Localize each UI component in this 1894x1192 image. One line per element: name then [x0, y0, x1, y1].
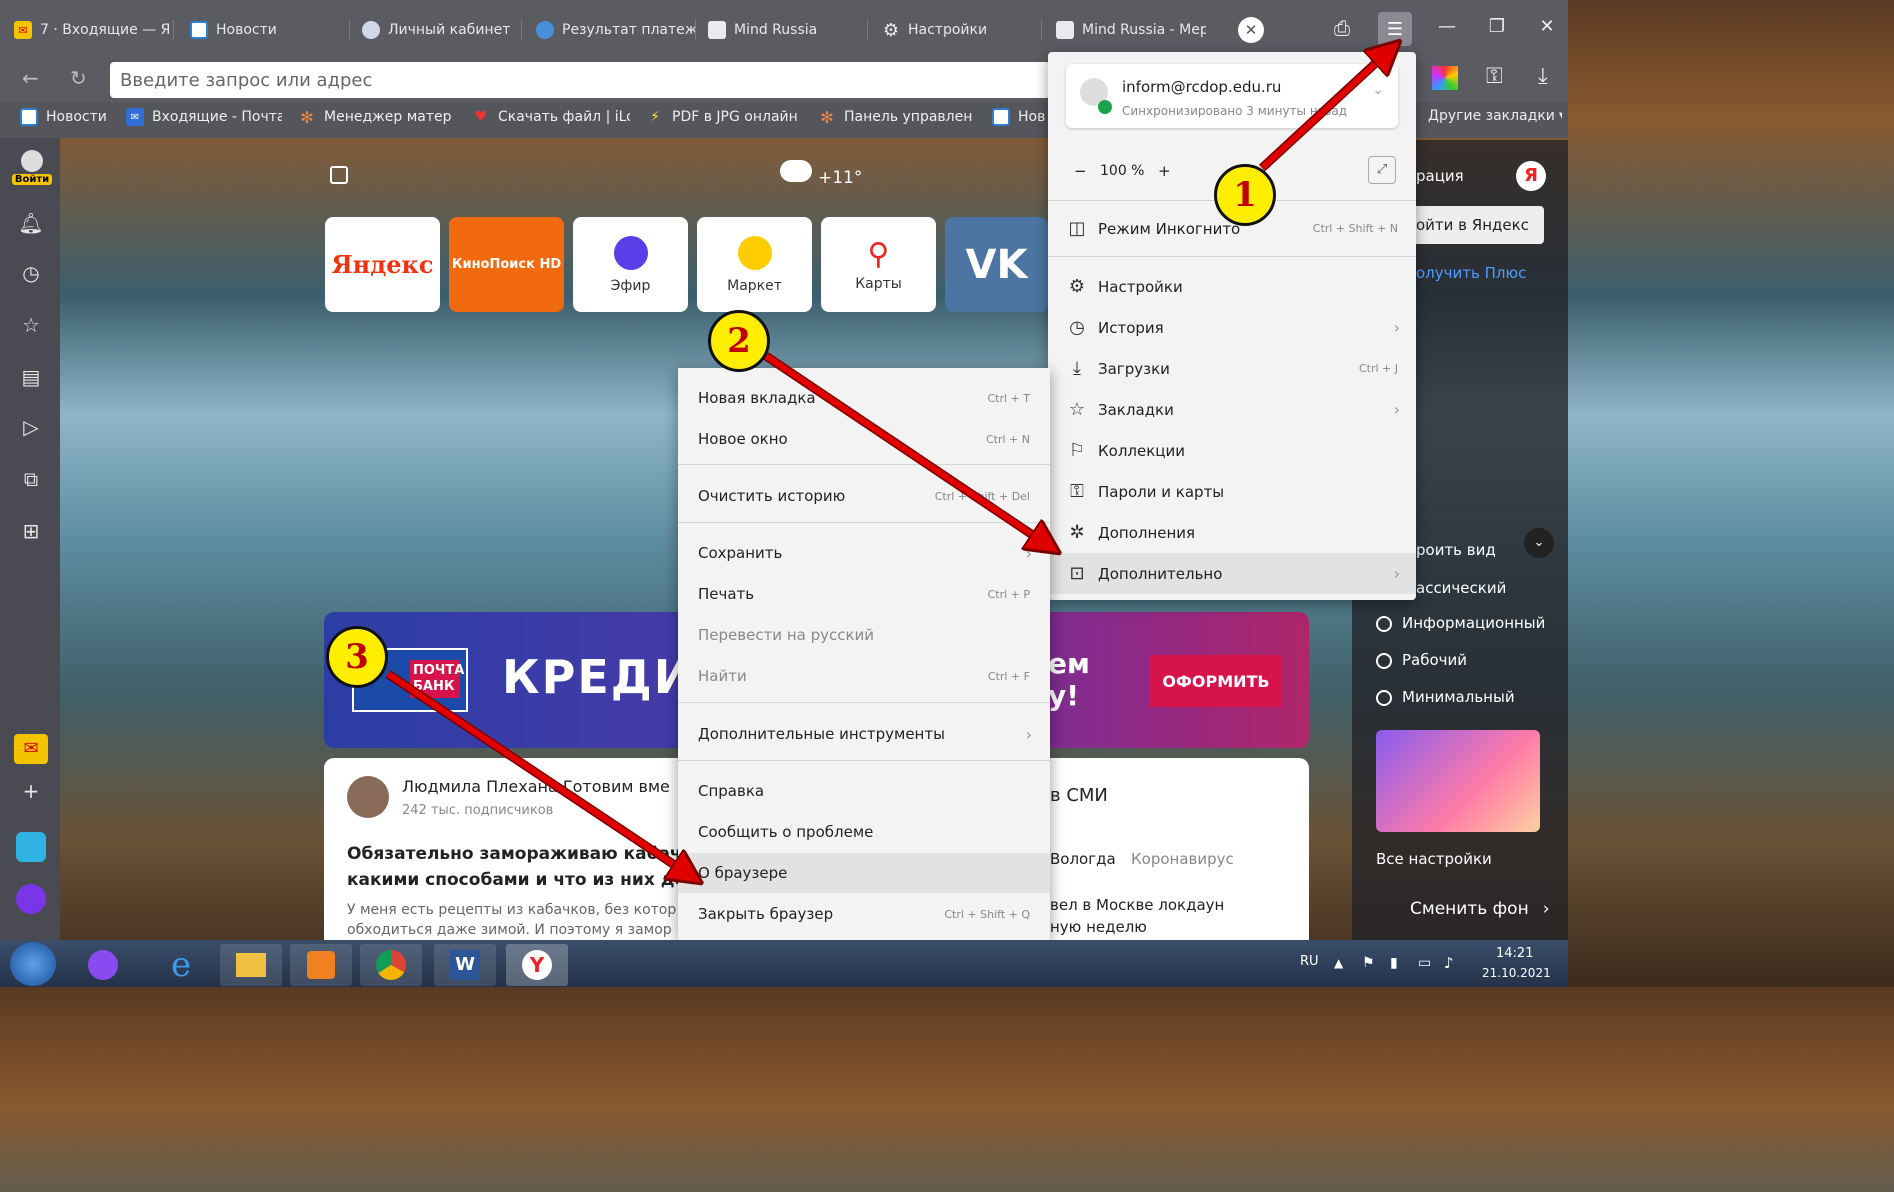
- network-icon[interactable]: ▭: [1418, 955, 1431, 971]
- annotation-arrows: [385, 0, 1568, 987]
- tray-expand-icon[interactable]: ▲: [1334, 956, 1343, 970]
- chrome-taskbar-icon[interactable]: [360, 944, 422, 986]
- arrow-3-fill: [386, 671, 688, 874]
- arrow-2-fill: [764, 353, 1046, 544]
- callout-1: 1: [1214, 164, 1276, 226]
- ie-taskbar-icon[interactable]: e: [150, 944, 212, 986]
- clock-time[interactable]: 14:21: [1496, 946, 1533, 961]
- explorer-taskbar-icon[interactable]: [220, 944, 282, 986]
- language-indicator[interactable]: RU: [1300, 954, 1319, 969]
- start-button[interactable]: [10, 942, 56, 986]
- volume-icon[interactable]: ♪: [1444, 954, 1454, 972]
- battery-icon[interactable]: ▮: [1390, 955, 1398, 971]
- callout-3: 3: [326, 626, 388, 688]
- flag-icon[interactable]: ⚑: [1362, 955, 1375, 971]
- yandex-browser-taskbar-icon[interactable]: Y: [506, 944, 568, 986]
- word-taskbar-icon[interactable]: W: [434, 944, 496, 986]
- media-player-taskbar-icon[interactable]: [290, 944, 352, 986]
- callout-2: 2: [708, 310, 770, 372]
- clock-date[interactable]: 21.10.2021: [1482, 966, 1551, 980]
- alice-taskbar-icon[interactable]: [72, 944, 134, 986]
- arrow-1-fill: [1259, 52, 1388, 171]
